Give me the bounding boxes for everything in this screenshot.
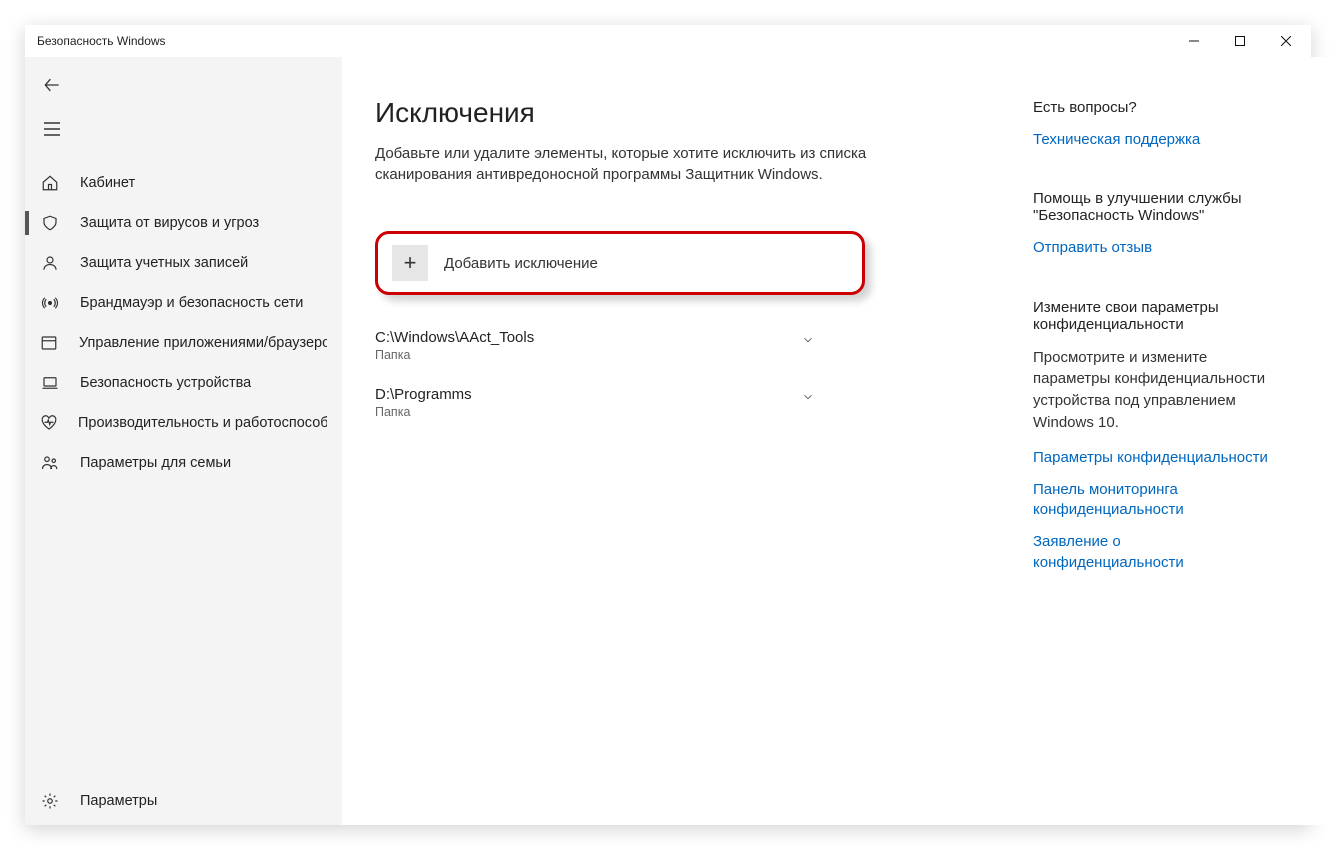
aside-panel: Есть вопросы? Техническая поддержка Помо… [1033,97,1323,825]
network-icon [40,293,60,313]
family-icon [40,453,60,473]
exclusion-type: Папка [375,405,472,419]
aside-help: Есть вопросы? Техническая поддержка [1033,99,1323,150]
shield-icon [40,213,60,233]
titlebar: Безопасность Windows [25,25,1311,57]
aside-feedback: Помощь в улучшении службы "Безопасность … [1033,190,1323,258]
gear-icon [40,791,60,811]
sidebar-item-app-browser[interactable]: Управление приложениями/браузером [25,323,342,363]
heart-icon [40,413,58,433]
sidebar-item-home[interactable]: Кабинет [25,163,342,203]
sidebar-item-label: Производительность и работоспособность у… [78,415,327,431]
back-button[interactable] [27,63,77,107]
sidebar-list: Кабинет Защита от вирусов и угроз Защита… [25,155,342,781]
sidebar-item-label: Защита учетных записей [80,255,248,271]
laptop-icon [40,373,60,393]
exclusion-type: Папка [375,348,534,362]
sidebar-item-virus[interactable]: Защита от вирусов и угроз [25,203,342,243]
tech-support-link[interactable]: Техническая поддержка [1033,130,1273,150]
window-controls [1171,25,1309,57]
hamburger-button[interactable] [27,107,77,151]
sidebar-item-family[interactable]: Параметры для семьи [25,443,342,483]
aside-feedback-title: Помощь в улучшении службы "Безопасность … [1033,190,1323,224]
app-icon [40,333,59,353]
aside-privacy: Измените свои параметры конфиденциальнос… [1033,299,1323,573]
sidebar-item-label: Защита от вирусов и угроз [80,215,259,231]
sidebar-item-account[interactable]: Защита учетных записей [25,243,342,283]
aside-help-title: Есть вопросы? [1033,99,1323,116]
close-button[interactable] [1263,25,1309,57]
sidebar-item-label: Управление приложениями/браузером [79,335,327,351]
add-exclusion-button[interactable]: + Добавить исключение [375,231,865,295]
chevron-down-icon [801,333,815,347]
exclusion-path: C:\Windows\AAct_Tools [375,329,534,346]
add-exclusion-label: Добавить исключение [444,255,598,272]
aside-privacy-title: Измените свои параметры конфиденциальнос… [1033,299,1323,333]
page-title: Исключения [375,97,995,129]
exclusion-item[interactable]: D:\Programms Папка [375,380,815,437]
maximize-button[interactable] [1217,25,1263,57]
send-feedback-link[interactable]: Отправить отзыв [1033,238,1273,258]
sidebar-item-label: Безопасность устройства [80,375,251,391]
aside-privacy-desc: Просмотрите и измените параметры конфиде… [1033,347,1273,434]
app-window: Безопасность Windows [25,25,1311,825]
privacy-settings-link[interactable]: Параметры конфиденциальности [1033,448,1273,468]
exclusion-path: D:\Programms [375,386,472,403]
minimize-button[interactable] [1171,25,1217,57]
home-icon [40,173,60,193]
sidebar-item-label: Кабинет [80,175,135,191]
privacy-dashboard-link[interactable]: Панель мониторинга конфиденциальности [1033,480,1273,521]
sidebar-item-device-security[interactable]: Безопасность устройства [25,363,342,403]
window-title: Безопасность Windows [37,34,166,48]
privacy-statement-link[interactable]: Заявление о конфиденциальности [1033,532,1273,573]
sidebar-item-label: Параметры для семьи [80,455,231,471]
person-icon [40,253,60,273]
main-content: Исключения Добавьте или удалите элементы… [343,57,1344,825]
sidebar-item-firewall[interactable]: Брандмауэр и безопасность сети [25,283,342,323]
sidebar-item-label: Параметры [80,793,157,809]
sidebar-item-settings[interactable]: Параметры [25,781,342,821]
sidebar-item-device-performance[interactable]: Производительность и работоспособность у… [25,403,342,443]
sidebar: Кабинет Защита от вирусов и угроз Защита… [25,57,343,825]
sidebar-item-label: Брандмауэр и безопасность сети [80,295,303,311]
plus-icon: + [392,245,428,281]
chevron-down-icon [801,390,815,404]
exclusion-item[interactable]: C:\Windows\AAct_Tools Папка [375,323,815,380]
page-description: Добавьте или удалите элементы, которые х… [375,143,875,185]
